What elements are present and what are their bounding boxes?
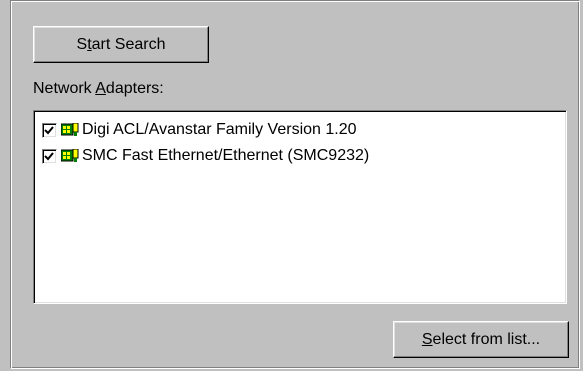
select-from-list-button[interactable]: Select from list... xyxy=(393,321,569,358)
network-adapters-label-pre: Network xyxy=(33,80,96,97)
checkmark-icon xyxy=(44,151,54,160)
network-card-icon xyxy=(60,122,79,137)
adapter-checkbox[interactable] xyxy=(42,148,57,164)
network-adapters-accelerator: A xyxy=(95,80,106,97)
network-adapters-label: Network Adapters: xyxy=(33,80,164,98)
network-adapters-label-post: dapters: xyxy=(105,80,164,97)
start-search-label-post: art Search xyxy=(91,35,166,53)
select-from-list-label-post: elect from list... xyxy=(432,330,541,348)
start-search-button[interactable]: St art Search xyxy=(33,26,209,63)
start-search-label-pre: S xyxy=(76,35,88,53)
network-card-icon xyxy=(60,148,79,163)
adapter-name: Digi ACL/Avanstar Family Version 1.20 xyxy=(82,121,357,138)
network-adapters-list[interactable]: Digi ACL/Avanstar Family Version 1.20 SM… xyxy=(33,110,567,304)
adapter-name: SMC Fast Ethernet/Ethernet (SMC9232) xyxy=(82,147,370,164)
list-item[interactable]: SMC Fast Ethernet/Ethernet (SMC9232) xyxy=(42,145,369,167)
adapter-checkbox[interactable] xyxy=(42,122,57,138)
select-from-list-accelerator: S xyxy=(421,330,433,348)
list-item[interactable]: Digi ACL/Avanstar Family Version 1.20 xyxy=(42,119,357,141)
checkmark-icon xyxy=(44,125,54,134)
